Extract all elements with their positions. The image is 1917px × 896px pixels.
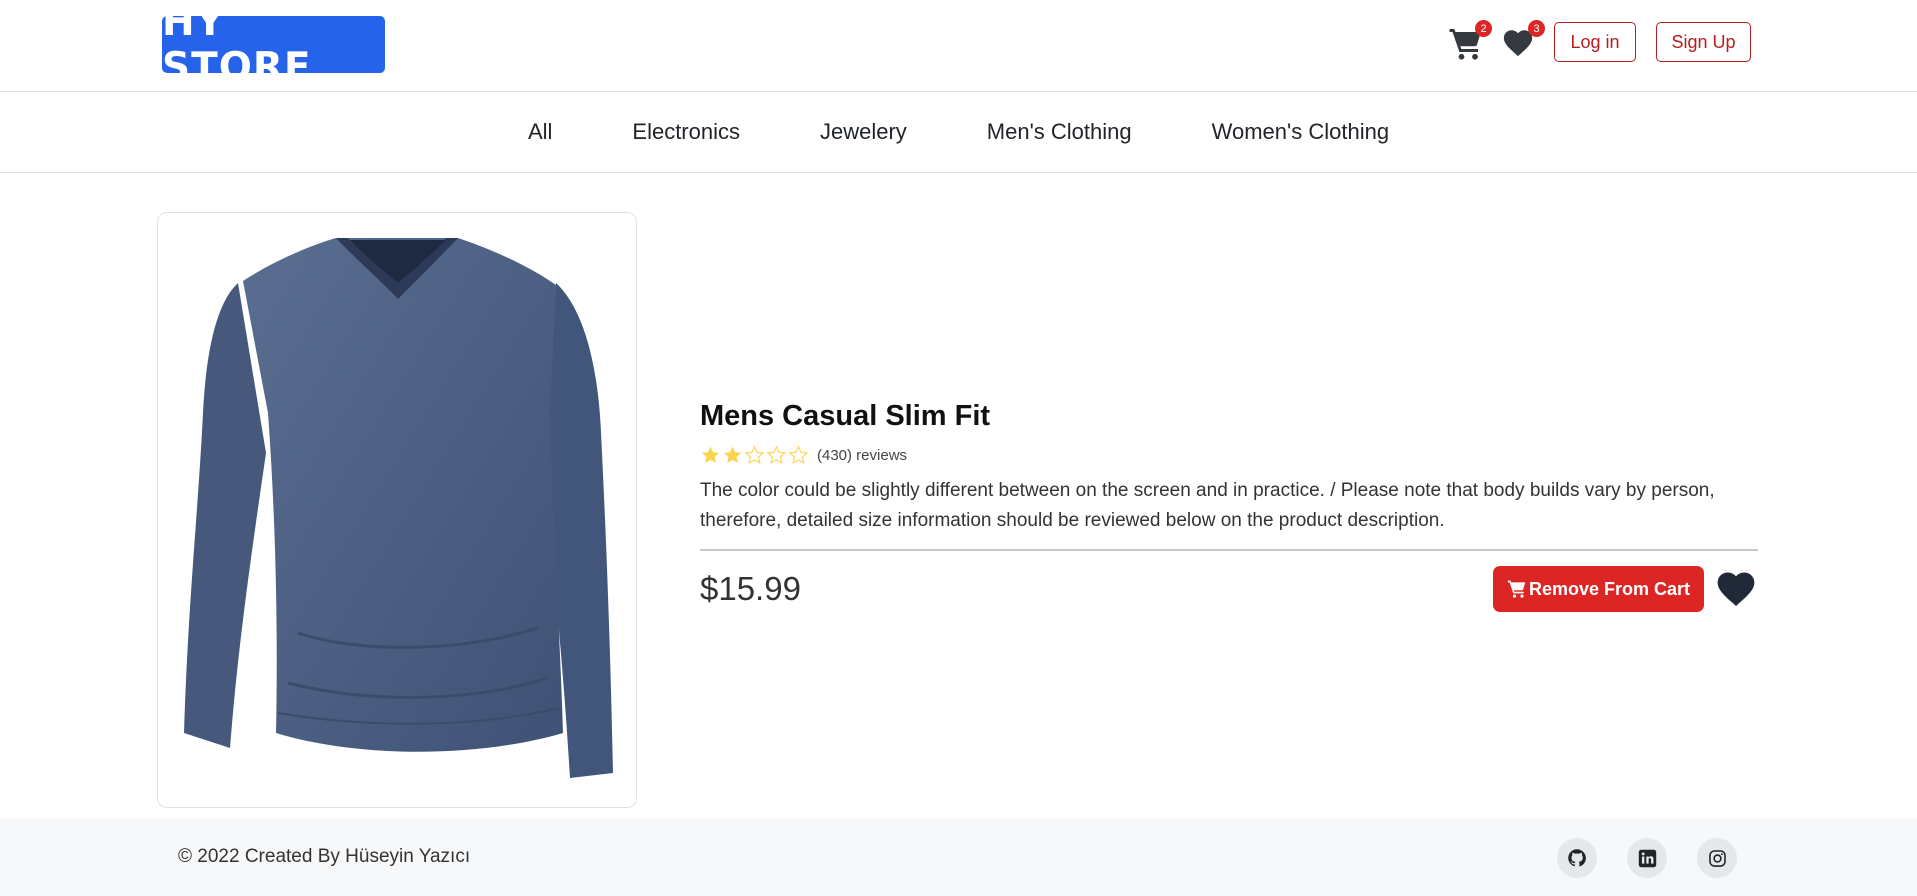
cart-button[interactable]: 2 bbox=[1448, 20, 1492, 62]
footer: © 2022 Created By Hüseyin Yazıcı bbox=[0, 818, 1917, 896]
product-price: $15.99 bbox=[700, 570, 801, 607]
product-rating: (430) reviews bbox=[700, 445, 1758, 466]
product-actions: Remove From Cart bbox=[1492, 566, 1758, 612]
top-header: HY STORE 2 3 Log in Sign Up bbox=[0, 0, 1917, 92]
category-nav: All Electronics Jewelery Men's Clothing … bbox=[0, 92, 1917, 173]
category-mens-clothing[interactable]: Men's Clothing bbox=[947, 119, 1172, 145]
store-logo[interactable]: HY STORE bbox=[162, 0, 385, 90]
linkedin-icon bbox=[1638, 849, 1656, 867]
category-jewelery[interactable]: Jewelery bbox=[780, 119, 947, 145]
github-link[interactable] bbox=[1557, 838, 1597, 878]
login-button[interactable]: Log in bbox=[1554, 22, 1636, 62]
product-title: Mens Casual Slim Fit bbox=[700, 400, 991, 432]
linkedin-link[interactable] bbox=[1627, 838, 1667, 878]
instagram-icon bbox=[1708, 849, 1726, 867]
product-description: The color could be slightly different be… bbox=[700, 480, 1715, 531]
product-info: Mens Casual Slim Fit (430) reviews The c… bbox=[700, 400, 1758, 612]
product-image bbox=[184, 238, 613, 778]
star-filled-icon bbox=[701, 446, 720, 463]
add-to-wishlist-heart-icon[interactable] bbox=[1714, 567, 1758, 611]
product-image-card bbox=[157, 212, 637, 808]
wishlist-count-badge: 3 bbox=[1528, 20, 1545, 37]
instagram-link[interactable] bbox=[1697, 838, 1737, 878]
remove-from-cart-label: Remove From Cart bbox=[1528, 578, 1690, 599]
copyright-text: © 2022 Created By Hüseyin Yazıcı bbox=[178, 846, 471, 867]
cart-icon bbox=[1507, 580, 1526, 598]
star-empty-icon bbox=[766, 445, 787, 464]
category-electronics[interactable]: Electronics bbox=[592, 119, 780, 145]
remove-from-cart-button[interactable]: Remove From Cart bbox=[1492, 566, 1704, 612]
github-icon bbox=[1568, 849, 1586, 867]
divider bbox=[700, 549, 1758, 551]
star-filled-icon bbox=[723, 446, 742, 463]
category-womens-clothing[interactable]: Women's Clothing bbox=[1172, 119, 1429, 145]
cart-count-badge: 2 bbox=[1475, 20, 1492, 37]
review-count: (430) reviews bbox=[817, 447, 908, 464]
star-empty-icon bbox=[744, 445, 765, 464]
signup-button[interactable]: Sign Up bbox=[1656, 22, 1751, 62]
star-empty-icon bbox=[788, 445, 809, 464]
rating-stars bbox=[700, 445, 809, 466]
category-all[interactable]: All bbox=[488, 119, 592, 145]
wishlist-button[interactable]: 3 bbox=[1501, 20, 1545, 62]
price-row: $15.99 Remove From Cart bbox=[700, 566, 1758, 612]
